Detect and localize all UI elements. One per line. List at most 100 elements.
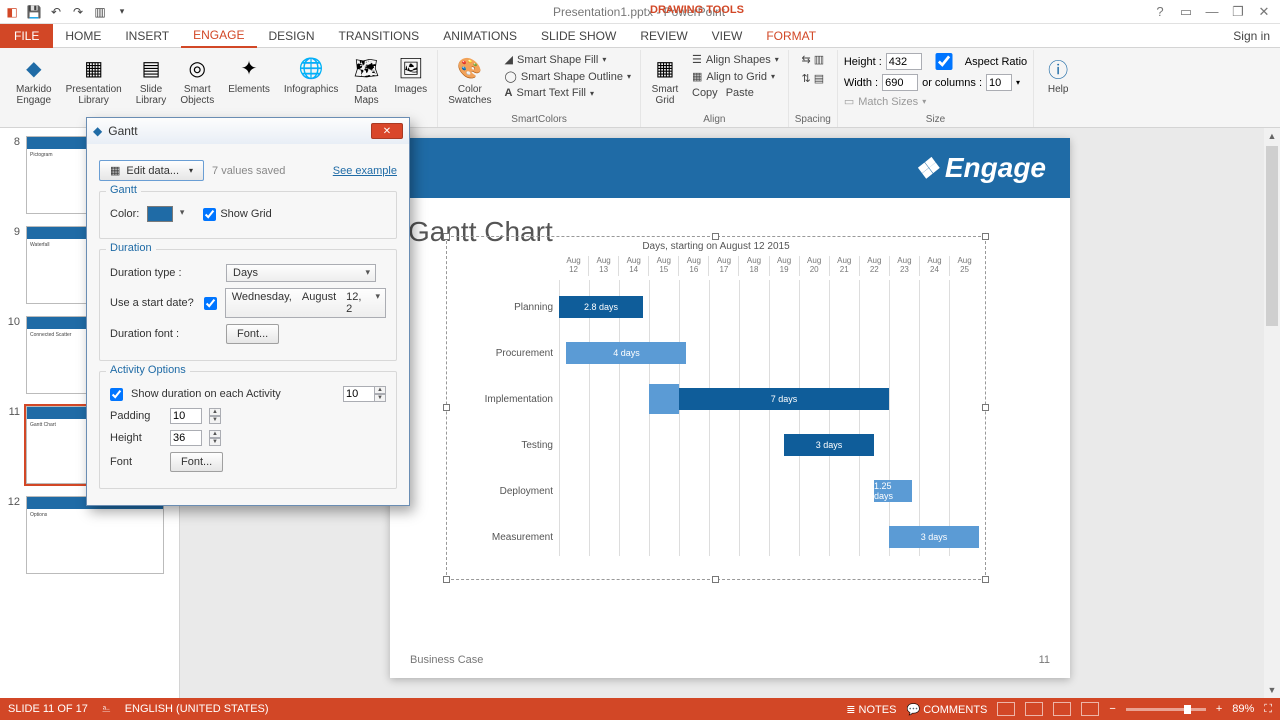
align-shapes-button[interactable]: ☰Align Shapes▾ (689, 52, 782, 67)
duration-legend: Duration (106, 242, 156, 254)
or-columns-label: or columns : (922, 77, 982, 89)
see-example-link[interactable]: See example (333, 165, 397, 177)
gantt-bar[interactable]: 1.25 days (874, 480, 912, 502)
language-indicator[interactable]: ENGLISH (UNITED STATES) (125, 703, 269, 715)
dialog-titlebar[interactable]: ◆ Gantt ✕ (87, 118, 409, 144)
redo-icon[interactable]: ↷ (70, 4, 86, 20)
gantt-bar[interactable]: 3 days (784, 434, 874, 456)
duration-type-select[interactable]: Days (226, 264, 376, 282)
tab-insert[interactable]: INSERT (113, 25, 181, 47)
smart-grid-button[interactable]: ▦Smart Grid (647, 52, 683, 108)
slide-counter[interactable]: SLIDE 11 OF 17 (8, 703, 88, 715)
tab-home[interactable]: HOME (53, 25, 113, 47)
slide-thumb-12[interactable]: 12Options (0, 494, 179, 584)
zoom-in-button[interactable]: + (1216, 703, 1222, 715)
help-button[interactable]: ⓘHelp (1040, 52, 1076, 97)
slide-library-button[interactable]: ▤Slide Library (132, 52, 171, 108)
show-duration-value[interactable] (343, 386, 375, 402)
undo-icon[interactable]: ↶ (48, 4, 64, 20)
gantt-grid: Aug12Aug13Aug14Aug15Aug16Aug17Aug18Aug19… (559, 256, 979, 556)
gantt-overlap-bar[interactable] (649, 384, 679, 414)
color-picker[interactable] (147, 206, 173, 222)
tab-animations[interactable]: ANIMATIONS (431, 25, 529, 47)
smart-objects-button[interactable]: ◎Smart Objects (176, 52, 218, 108)
gantt-bar[interactable]: 2.8 days (559, 296, 643, 318)
gantt-bar[interactable]: 4 days (566, 342, 686, 364)
notes-button[interactable]: ≣ NOTES (846, 703, 896, 716)
tab-review[interactable]: REVIEW (628, 25, 699, 47)
padding-label: Padding (110, 410, 162, 422)
tab-format[interactable]: FORMAT (754, 25, 828, 47)
markido-engage-button[interactable]: ◆Markido Engage (12, 52, 56, 108)
spellcheck-icon[interactable]: ⎁ (102, 703, 111, 716)
show-duration-checkbox[interactable] (110, 388, 123, 401)
save-icon[interactable]: 💾 (26, 4, 42, 20)
spacing-vertical-button[interactable]: ⇅ ▤ (798, 71, 827, 86)
scroll-down-icon[interactable]: ▼ (1264, 682, 1280, 698)
reading-view-button[interactable] (1053, 702, 1071, 716)
width-input[interactable] (882, 74, 918, 91)
elements-button[interactable]: ✦Elements (224, 52, 274, 97)
zoom-slider[interactable] (1126, 708, 1206, 711)
close-icon[interactable]: ✕ (1252, 3, 1276, 21)
data-maps-button[interactable]: 🗺Data Maps (348, 52, 384, 108)
gantt-chart-object[interactable]: Days, starting on August 12 2015 Aug12Au… (446, 236, 986, 580)
tab-engage[interactable]: ENGAGE (181, 24, 256, 48)
spacing-horizontal-button[interactable]: ⇆ ▥ (798, 52, 827, 67)
padding-input[interactable] (170, 408, 202, 424)
ribbon-display-options-icon[interactable]: ▭ (1174, 3, 1198, 21)
height-input-dlg[interactable] (170, 430, 202, 446)
restore-icon[interactable]: ❐ (1226, 3, 1250, 21)
align-shapes-icon: ☰ (692, 53, 702, 66)
presentation-library-button[interactable]: ▦Presentation Library (62, 52, 126, 108)
dialog-close-button[interactable]: ✕ (371, 123, 403, 139)
gantt-bar[interactable]: 7 days (679, 388, 889, 410)
columns-input[interactable] (986, 74, 1012, 91)
vertical-scrollbar[interactable]: ▲ ▼ (1264, 128, 1280, 698)
scroll-up-icon[interactable]: ▲ (1264, 128, 1280, 144)
edit-data-button[interactable]: ▦Edit data...▾ (99, 160, 204, 181)
tab-view[interactable]: VIEW (700, 25, 755, 47)
copy-button[interactable]: Copy (692, 87, 718, 99)
zoom-level[interactable]: 89% (1232, 703, 1254, 715)
minimize-icon[interactable]: — (1200, 3, 1224, 21)
activity-font-button[interactable]: Font... (170, 452, 223, 472)
show-duration-spinner[interactable]: ▲▼ (374, 386, 386, 402)
start-date-picker[interactable]: Wednesday,August12, 2 (225, 288, 386, 318)
images-button[interactable]: 🖼Images (390, 52, 431, 97)
ribbon-group-label-spacing: Spacing (795, 114, 831, 127)
zoom-out-button[interactable]: − (1109, 703, 1115, 715)
color-swatches-button[interactable]: 🎨Color Swatches (444, 52, 495, 108)
infographics-button[interactable]: 🌐Infographics (280, 52, 342, 97)
smart-text-fill-button[interactable]: ASmart Text Fill▾ (502, 86, 634, 100)
start-slideshow-icon[interactable]: ▥ (92, 4, 108, 20)
smart-shape-outline-button[interactable]: ◯Smart Shape Outline▾ (502, 69, 634, 84)
tab-slideshow[interactable]: SLIDE SHOW (529, 25, 628, 47)
sign-in-link[interactable]: Sign in (1233, 29, 1270, 43)
scrollbar-thumb[interactable] (1266, 146, 1278, 326)
align-to-grid-button[interactable]: ▦Align to Grid▾ (689, 69, 782, 84)
ribbon-help-icon[interactable]: ? (1148, 3, 1172, 21)
slideshow-view-button[interactable] (1081, 702, 1099, 716)
normal-view-button[interactable] (997, 702, 1015, 716)
comments-button[interactable]: 💬 COMMENTS (906, 703, 987, 716)
gantt-bar[interactable]: 3 days (889, 526, 979, 548)
quick-access-toolbar: ◧ 💾 ↶ ↷ ▥ ▾ (4, 4, 130, 20)
use-start-date-checkbox[interactable] (204, 297, 217, 310)
height-spinner[interactable]: ▲▼ (209, 430, 221, 446)
qat-more-icon[interactable]: ▾ (114, 4, 130, 20)
fit-to-window-button[interactable]: ⛶ (1264, 703, 1272, 716)
duration-font-button[interactable]: Font... (226, 324, 279, 344)
padding-spinner[interactable]: ▲▼ (209, 408, 221, 424)
show-grid-checkbox[interactable] (203, 208, 216, 221)
tab-design[interactable]: DESIGN (257, 25, 327, 47)
sorter-view-button[interactable] (1025, 702, 1043, 716)
smart-shape-fill-button[interactable]: ◢Smart Shape Fill▾ (502, 52, 634, 67)
tab-transitions[interactable]: TRANSITIONS (327, 25, 432, 47)
height-input[interactable] (886, 53, 922, 70)
aspect-ratio-checkbox[interactable] (926, 53, 962, 70)
tab-file[interactable]: FILE (0, 24, 53, 48)
gantt-dialog: ◆ Gantt ✕ ▦Edit data...▾ 7 values saved … (86, 117, 410, 506)
match-sizes-button[interactable]: Match Sizes (858, 96, 918, 108)
paste-button[interactable]: Paste (726, 87, 754, 99)
